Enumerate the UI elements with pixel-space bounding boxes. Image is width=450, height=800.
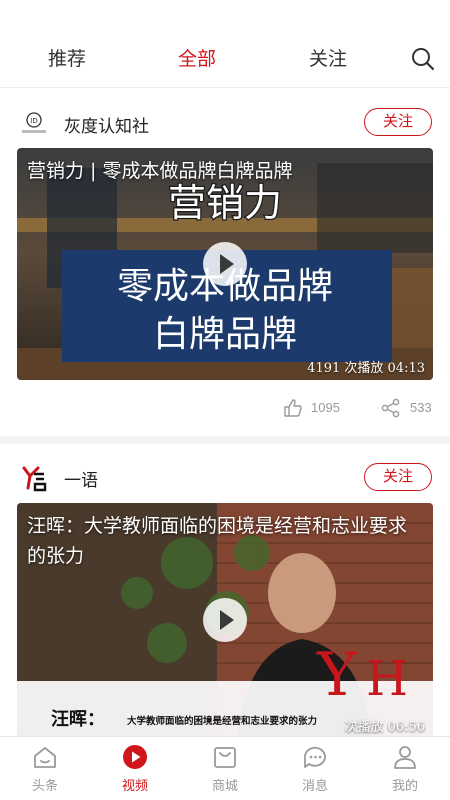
video-meta: 次播放 06:56 <box>344 720 425 735</box>
svg-text:Y: Y <box>316 640 358 710</box>
tab-all[interactable]: 全部 <box>178 44 216 71</box>
follow-button[interactable]: 关注 <box>364 108 432 136</box>
thumb-line-2: 白牌品牌 <box>153 314 297 355</box>
share-count: 533 <box>410 400 432 415</box>
video-meta: 4191 次播放 04:13 <box>307 361 425 376</box>
nav-label: 我的 <box>391 779 418 794</box>
card-divider <box>0 436 450 444</box>
nav-item-mall[interactable]: 商城 <box>195 743 255 794</box>
shopping-bag-icon <box>214 747 236 768</box>
nav-label: 商城 <box>211 779 238 794</box>
profile-icon <box>394 746 416 769</box>
post-header: ID 灰度认知社 关注 <box>0 96 450 150</box>
nav-label: 视频 <box>121 779 148 794</box>
author-avatar[interactable]: ID <box>18 108 50 140</box>
post-card: 一语 关注 Y H 汪晖： 大学教师面临的困境是经营和志业要求的张力 汪晖：大学… <box>0 452 450 739</box>
video-thumbnail[interactable]: Y H 汪晖： 大学教师面临的困境是经营和志业要求的张力 汪晖：大学教师面临的困… <box>17 503 433 739</box>
author-name[interactable]: 一语 <box>64 466 98 491</box>
like-icon[interactable] <box>283 398 303 418</box>
video-title: 汪晖：大学教师面临的困境是经营和志业要求的张力 <box>27 515 408 567</box>
top-tab-bar: 推荐 全部 关注 <box>0 0 450 88</box>
video-title: 营销力 | 零成本做品牌白牌品牌 <box>27 160 293 182</box>
svg-text:H: H <box>366 651 408 707</box>
play-button-icon[interactable] <box>203 242 247 286</box>
nav-label: 头条 <box>31 779 58 794</box>
author-name[interactable]: 灰度认知社 <box>64 112 149 137</box>
thumb-caption-name: 汪晖： <box>51 709 105 730</box>
video-play-icon <box>123 745 147 769</box>
nav-item-video[interactable]: 视频 <box>105 743 165 794</box>
play-button-icon[interactable] <box>203 598 247 642</box>
thumb-headline: 营销力 <box>168 181 282 225</box>
home-icon <box>34 747 56 768</box>
tab-recommend[interactable]: 推荐 <box>48 44 86 71</box>
nav-item-messages[interactable]: 消息 <box>285 743 345 794</box>
nav-item-profile[interactable]: 我的 <box>375 743 435 794</box>
share-icon[interactable] <box>381 398 401 418</box>
follow-button[interactable]: 关注 <box>364 463 432 491</box>
author-avatar[interactable] <box>18 462 50 494</box>
message-icon <box>304 746 326 768</box>
search-icon[interactable] <box>410 46 436 72</box>
thumb-caption-text: 大学教师面临的困境是经营和志业要求的张力 <box>127 715 317 727</box>
nav-label: 消息 <box>301 779 328 794</box>
nav-item-headlines[interactable]: 头条 <box>15 743 75 794</box>
post-card: ID 灰度认知社 关注 营销力 零成本做品牌 白牌品牌 营销力 | 零成本做品牌… <box>0 96 450 432</box>
svg-text:ID: ID <box>30 117 37 125</box>
bottom-nav: 头条 视频 商城 消息 我的 <box>0 736 450 800</box>
post-header: 一语 关注 <box>0 452 450 506</box>
tab-following[interactable]: 关注 <box>309 44 347 71</box>
video-thumbnail[interactable]: 营销力 零成本做品牌 白牌品牌 营销力 | 零成本做品牌白牌品牌 4191 次播… <box>17 148 433 380</box>
post-actions: 1095 533 <box>0 388 450 432</box>
like-count: 1095 <box>311 400 340 415</box>
